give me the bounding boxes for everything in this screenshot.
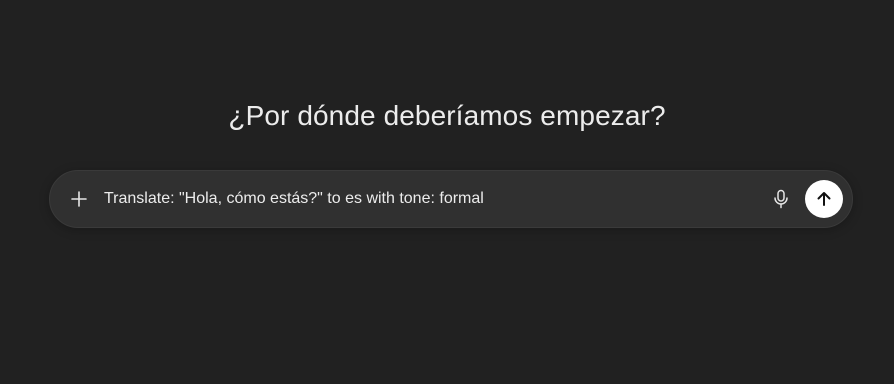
chat-start-page: ¿Por dónde deberíamos empezar? Translate… — [0, 0, 894, 384]
arrow-up-icon — [817, 192, 831, 206]
page-title: ¿Por dónde deberíamos empezar? — [228, 100, 666, 131]
plus-icon — [71, 191, 87, 207]
prompt-composer: Translate: "Hola, cómo estás?" to es wit… — [49, 170, 853, 228]
attach-button[interactable] — [64, 184, 94, 214]
dictate-button[interactable] — [766, 184, 796, 214]
microphone-icon — [774, 189, 788, 209]
prompt-input[interactable]: Translate: "Hola, cómo estás?" to es wit… — [104, 171, 484, 227]
send-button[interactable] — [805, 180, 843, 218]
